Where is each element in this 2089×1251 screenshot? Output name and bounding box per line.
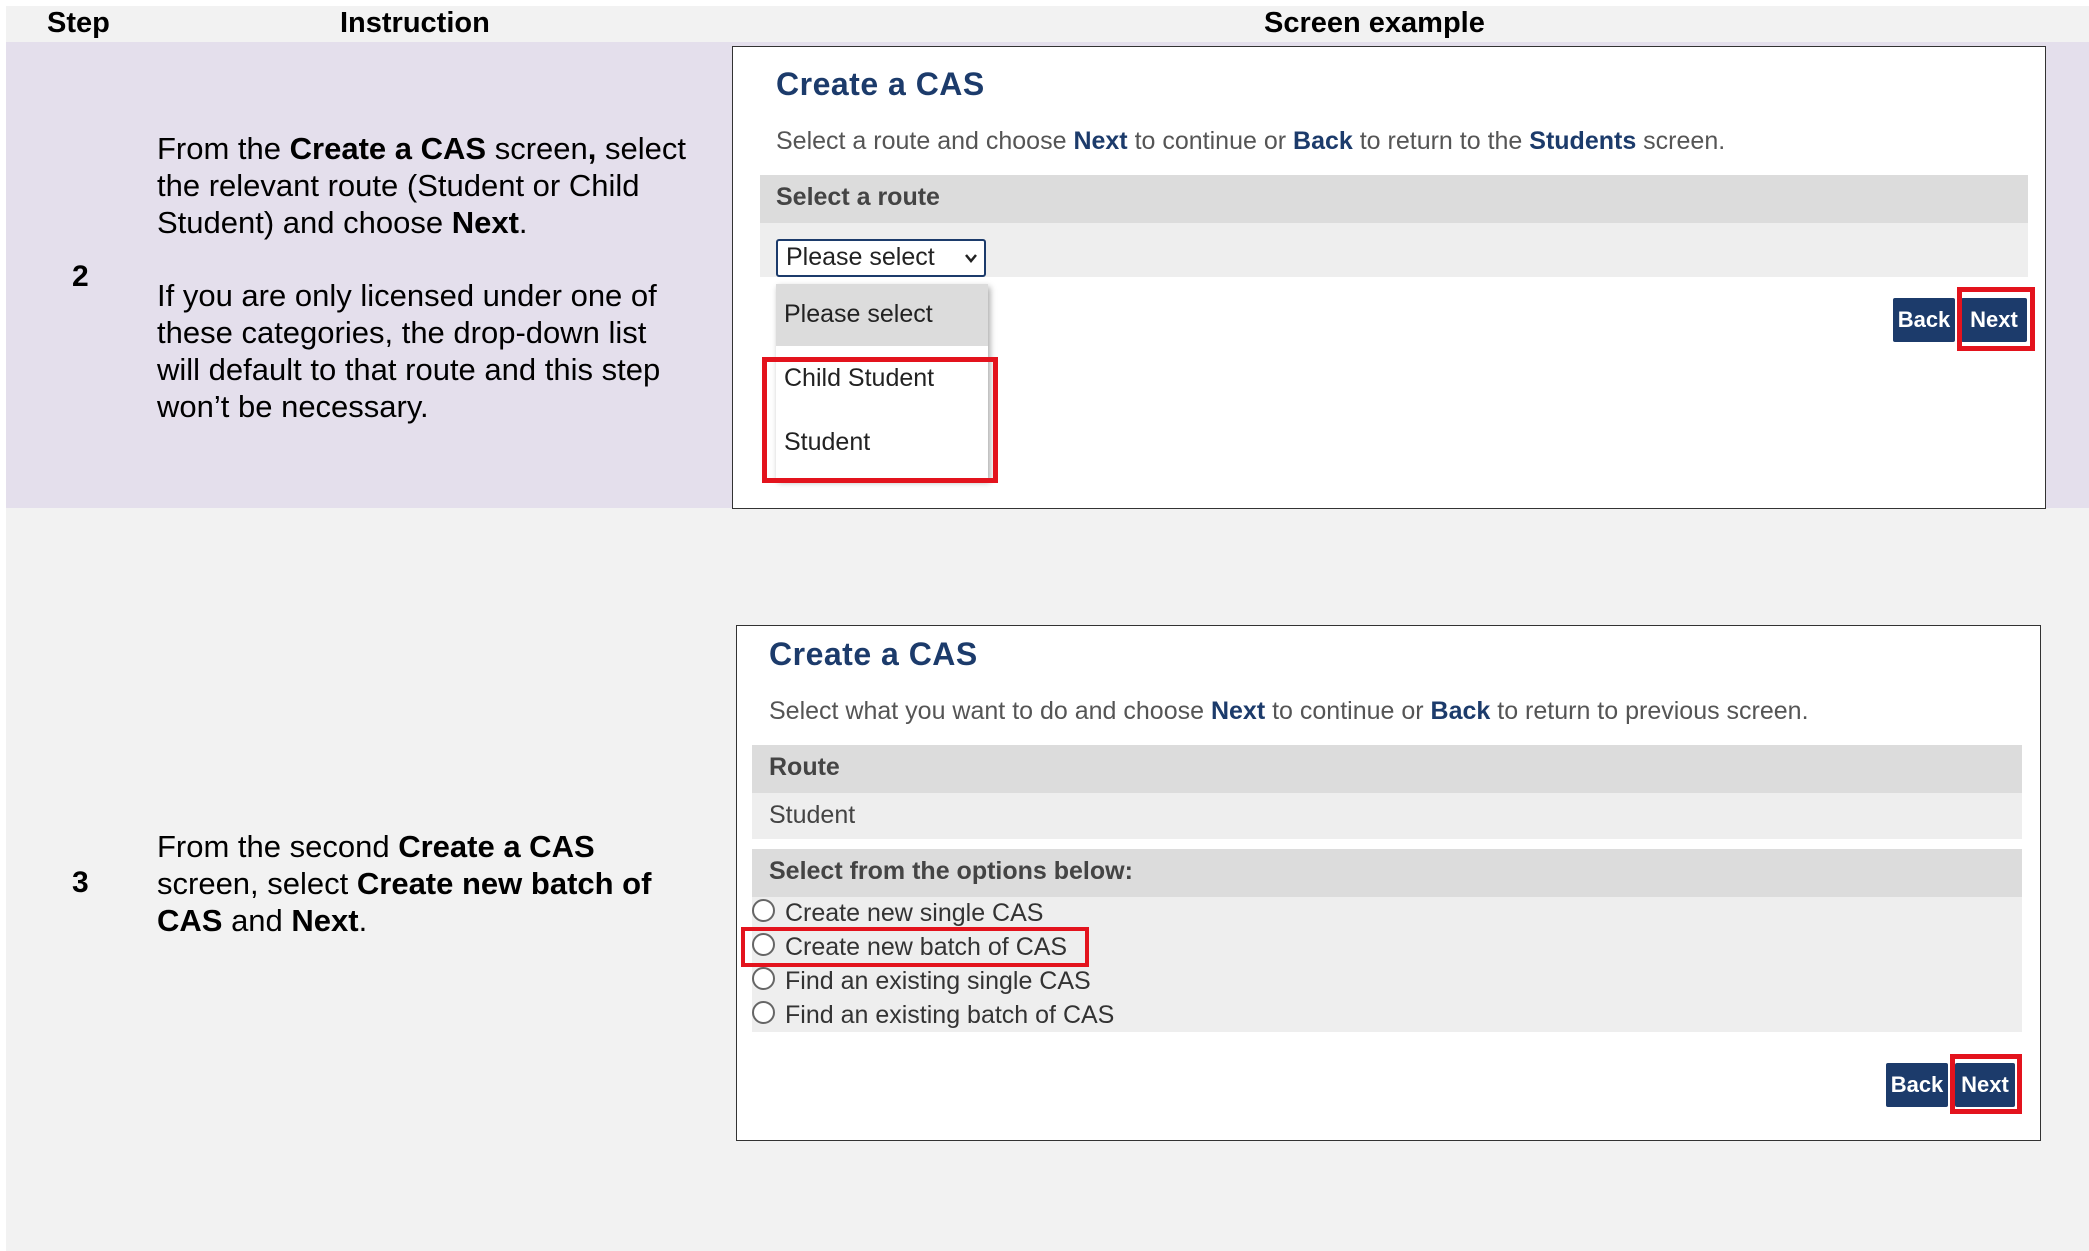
instruction-text: From the Create a CAS screen, select the… <box>157 130 697 425</box>
instruction-text-segment: . <box>358 903 368 938</box>
radio-find-existing-batch-of-cas[interactable] <box>752 1001 775 1024</box>
page-title: Create a CAS <box>776 66 985 102</box>
description-text: Select a route and choose <box>776 127 1074 155</box>
column-header-step: Step <box>47 7 110 39</box>
description-text: to continue or <box>1265 697 1431 725</box>
instruction-bold-segment: Next <box>451 205 519 240</box>
instruction-text-segment: screen, select <box>157 866 357 901</box>
description-text: screen. <box>1636 127 1726 155</box>
route-header <box>752 745 2022 793</box>
screen-example: Create a CAS Select a route and choose N… <box>732 46 2046 509</box>
route-value: Student <box>769 801 856 829</box>
instruction-text-segment: screen <box>486 131 588 166</box>
back-button[interactable]: Back <box>1886 1063 1948 1107</box>
description-link-back: Back <box>1293 127 1353 155</box>
chevron-down-icon <box>965 254 977 263</box>
instruction-paragraph: From the Create a CAS screen, select the… <box>157 130 697 241</box>
back-button[interactable]: Back <box>1893 298 1955 342</box>
instruction-bold-segment: Create a CAS <box>289 131 487 166</box>
instruction-bold-segment: Next <box>291 903 359 938</box>
description-link-next: Next <box>1073 127 1128 155</box>
table-header-row <box>6 6 2089 42</box>
route-select[interactable]: Please select <box>776 239 986 277</box>
description-link-back: Back <box>1430 697 1491 725</box>
instruction-text-segment: From the <box>157 131 290 166</box>
instruction-text-segment: From the second <box>157 829 399 864</box>
step-number: 3 <box>72 866 89 899</box>
description-link-students: Students <box>1529 127 1637 155</box>
description-text: to continue or <box>1127 127 1294 155</box>
page-title: Create a CAS <box>769 636 978 672</box>
column-header-instruction: Instruction <box>340 7 490 39</box>
section-header <box>760 175 2028 223</box>
instruction-text-segment: and <box>222 903 292 938</box>
highlight-box <box>762 357 998 483</box>
options-label: Select from the options below: <box>769 857 1133 885</box>
description-text: to return to previous screen. <box>1490 697 1809 725</box>
highlight-box <box>741 927 1089 967</box>
radio-create-new-single-cas[interactable] <box>752 899 775 922</box>
instruction-text-segment: . <box>518 205 528 240</box>
option-label: Find an existing single CAS <box>785 967 1091 995</box>
instruction-paragraph: From the second Create a CAS screen, sel… <box>157 828 697 939</box>
page-description: Select what you want to do and choose Ne… <box>769 697 1809 726</box>
instruction-text: From the second Create a CAS screen, sel… <box>157 828 697 939</box>
column-header-screen-example: Screen example <box>1264 7 1485 39</box>
step-number: 2 <box>72 260 89 293</box>
page-description: Select a route and choose Next to contin… <box>776 127 1725 156</box>
route-label: Route <box>769 753 840 781</box>
instruction-bold-segment: Create a CAS <box>398 829 595 864</box>
instruction-paragraph: If you are only licensed under one of th… <box>157 278 661 424</box>
description-link-next: Next <box>1210 697 1266 725</box>
route-body <box>752 793 2022 839</box>
route-select-value: Please select <box>786 243 935 271</box>
section-label: Select a route <box>776 183 940 211</box>
dropdown-option-please-select[interactable]: Please select <box>784 300 933 329</box>
option-label: Create new single CAS <box>785 899 1044 927</box>
screen-example: Create a CAS Select what you want to do … <box>736 625 2041 1141</box>
option-label: Find an existing batch of CAS <box>785 1001 1115 1029</box>
description-text: Select what you want to do and choose <box>769 697 1211 725</box>
highlight-box <box>1950 1054 2022 1114</box>
radio-find-existing-single-cas[interactable] <box>752 967 775 990</box>
description-text: to return to the <box>1352 127 1530 155</box>
highlight-box <box>1957 287 2035 351</box>
